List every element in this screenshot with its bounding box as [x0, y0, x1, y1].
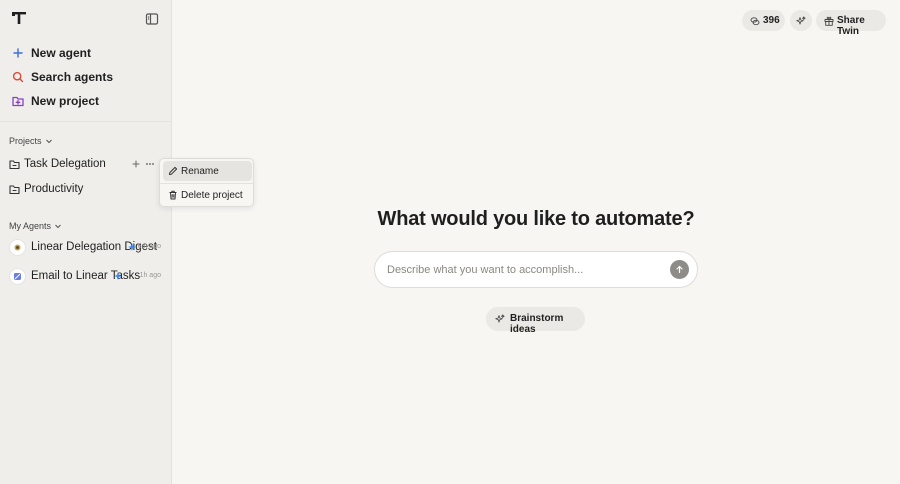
pencil-icon [169, 166, 178, 175]
agent-avatar-icon [14, 273, 21, 280]
agent-item-email-to-linear-tasks[interactable]: Email to Linear Tasks 1h ago [0, 266, 172, 288]
sidebar: New agent Search agents New project Proj… [0, 0, 172, 484]
agent-label: Email to Linear Tasks [31, 270, 141, 282]
share-twin-label: Share Twin [837, 15, 865, 37]
project-context-menu: Rename Delete project [159, 158, 254, 207]
trash-icon [169, 190, 177, 200]
credits-icon [750, 17, 760, 26]
sidebar-toggle-icon[interactable] [145, 12, 159, 26]
sparkles-icon [495, 314, 505, 323]
arrow-up-icon [676, 265, 683, 274]
folder-icon [9, 160, 20, 170]
sparkles-button[interactable] [790, 10, 812, 31]
search-agents-button[interactable]: Search agents [0, 66, 172, 88]
agent-item-linear-delegation-digest[interactable]: Linear Delegation Digest 6m ago [0, 237, 172, 259]
sparkle-icon [128, 243, 136, 251]
folder-plus-icon [12, 96, 24, 107]
brainstorm-ideas-button[interactable]: Brainstorm ideas [486, 307, 585, 335]
logo-icon[interactable] [11, 10, 27, 26]
agent-timestamp: 1h ago [139, 272, 161, 279]
agent-avatar [9, 268, 26, 285]
prompt-input[interactable] [387, 260, 657, 280]
sidebar-divider [0, 121, 171, 122]
agent-avatar-icon [14, 244, 21, 251]
projects-section-header[interactable]: Projects [9, 136, 53, 146]
folder-icon [9, 185, 20, 195]
add-to-project-icon[interactable] [131, 159, 141, 169]
new-project-button[interactable]: New project [0, 90, 172, 112]
send-button[interactable] [670, 260, 689, 279]
agent-avatar [9, 239, 26, 256]
rename-menu-item[interactable]: Rename [163, 161, 252, 181]
sparkle-icon [114, 272, 122, 280]
my-agents-section-header[interactable]: My Agents [9, 221, 62, 231]
search-agents-label: Search agents [31, 70, 114, 84]
brainstorm-ideas-label: Brainstorm ideas [510, 313, 564, 335]
plus-icon [13, 48, 23, 58]
prompt-box [374, 251, 698, 288]
sidebar-item-task-delegation[interactable]: Task Delegation [0, 155, 172, 175]
chevron-down-icon [55, 224, 61, 229]
gift-icon [824, 16, 834, 26]
agent-timestamp: 6m ago [137, 243, 161, 250]
project-label: Productivity [24, 183, 84, 195]
sidebar-item-productivity[interactable]: Productivity [0, 180, 172, 200]
new-agent-button[interactable]: New agent [0, 42, 172, 64]
more-options-icon[interactable] [145, 159, 155, 169]
page-title: What would you like to automate? [377, 208, 695, 230]
my-agents-header-label: My Agents [9, 221, 52, 231]
project-label: Task Delegation [24, 158, 106, 170]
delete-project-menu-item[interactable]: Delete project [163, 185, 252, 205]
search-icon [12, 71, 24, 83]
new-project-label: New project [31, 94, 100, 108]
delete-project-label: Delete project [181, 190, 243, 201]
new-agent-label: New agent [31, 46, 92, 60]
projects-header-label: Projects [9, 136, 42, 146]
credits-count: 396 [763, 15, 780, 26]
credits-badge[interactable]: 396 [742, 10, 785, 31]
sparkles-icon [796, 16, 806, 25]
share-twin-button[interactable]: Share Twin [816, 10, 886, 37]
menu-divider [160, 183, 253, 184]
rename-label: Rename [181, 166, 219, 177]
chevron-down-icon [45, 139, 52, 144]
